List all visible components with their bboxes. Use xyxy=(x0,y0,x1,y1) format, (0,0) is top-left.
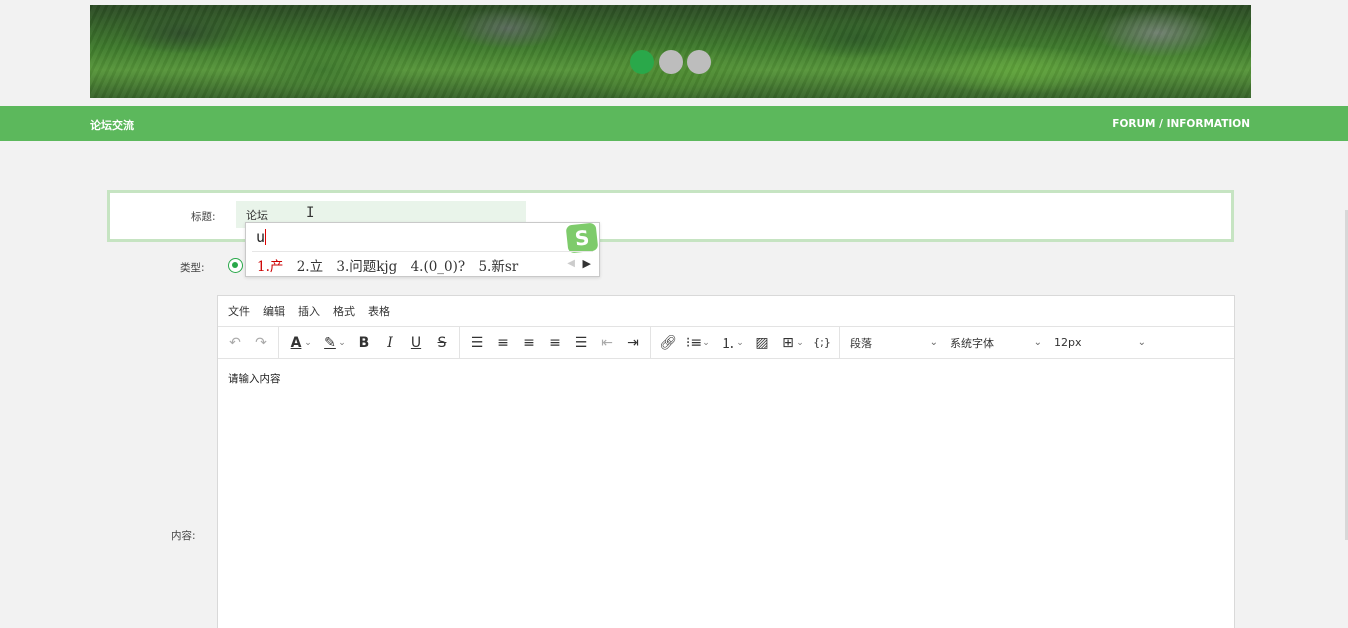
menu-edit[interactable]: 编辑 xyxy=(263,303,285,319)
menu-insert[interactable]: 插入 xyxy=(298,303,320,319)
italic-icon[interactable]: I xyxy=(377,330,403,356)
ime-prev-page-icon[interactable]: ◀ xyxy=(567,258,575,269)
align-justify-icon[interactable]: ☰ xyxy=(568,330,594,356)
block-format-select[interactable]: 段落 ⌄ xyxy=(844,330,944,356)
editor-placeholder: 请输入内容 xyxy=(228,373,281,385)
strikethrough-icon[interactable]: S xyxy=(429,330,455,356)
table-icon[interactable]: ⊞ xyxy=(775,330,801,356)
ime-candidate[interactable]: 3.问题kjg xyxy=(336,259,397,275)
bullet-list-icon[interactable]: ⁝≡ xyxy=(681,330,707,356)
editor-menubar: 文件 编辑 插入 格式 表格 xyxy=(218,296,1234,327)
font-family-value: 系统字体 xyxy=(950,336,994,350)
rich-text-editor: 文件 编辑 插入 格式 表格 ↶ ↷ A ⌄ ✎ ⌄ B I U S ☰ ≡ ≡… xyxy=(217,295,1235,628)
carousel-dot-3[interactable] xyxy=(687,50,711,74)
ime-candidate-window: u S 1.产 2.立 3.问题kjg 4.(0_0)? 5.新sr ◀ ▶ xyxy=(245,222,600,277)
bold-icon[interactable]: B xyxy=(351,330,377,356)
font-size-value: 12px xyxy=(1054,336,1082,349)
ime-caret xyxy=(265,229,266,245)
align-left-icon[interactable]: ≡ xyxy=(490,330,516,356)
chevron-down-icon: ⌄ xyxy=(929,337,938,348)
ime-candidate-list: 1.产 2.立 3.问题kjg 4.(0_0)? 5.新sr xyxy=(257,255,527,275)
font-size-select[interactable]: 12px ⌄ xyxy=(1048,330,1152,356)
align-right-icon[interactable]: ≡ xyxy=(542,330,568,356)
link-icon[interactable]: 🔗︎ xyxy=(655,330,681,356)
section-title: 论坛交流 xyxy=(90,119,134,132)
numbered-list-icon[interactable]: ⒈ xyxy=(715,330,741,356)
title-label: 标题: xyxy=(191,211,216,223)
code-icon[interactable]: {;} xyxy=(809,330,835,356)
undo-icon[interactable]: ↶ xyxy=(222,330,248,356)
toolbar-divider xyxy=(650,326,651,359)
ime-candidate[interactable]: 2.立 xyxy=(297,259,323,275)
ime-separator xyxy=(252,251,593,252)
section-subtitle: FORUM / INFORMATION xyxy=(1112,118,1250,130)
block-format-value: 段落 xyxy=(850,336,872,350)
image-icon[interactable]: ▨ xyxy=(749,330,775,356)
carousel-dot-2[interactable] xyxy=(659,50,683,74)
line-height-icon[interactable]: ☰ xyxy=(464,330,490,356)
ime-next-page-icon[interactable]: ▶ xyxy=(583,257,591,270)
highlight-icon[interactable]: ✎ xyxy=(317,330,343,356)
toolbar-divider xyxy=(278,326,279,359)
ime-composition: u xyxy=(256,228,266,246)
text-color-icon[interactable]: A xyxy=(283,330,309,356)
menu-file[interactable]: 文件 xyxy=(228,303,250,319)
chevron-down-icon: ⌄ xyxy=(1137,337,1146,348)
ime-logo-icon: S xyxy=(565,222,599,254)
ime-candidate[interactable]: 1.产 xyxy=(257,259,283,275)
underline-icon[interactable]: U xyxy=(403,330,429,356)
menu-format[interactable]: 格式 xyxy=(333,303,355,319)
align-center-icon[interactable]: ≡ xyxy=(516,330,542,356)
content-label: 内容: xyxy=(171,530,196,542)
indent-icon[interactable]: ⇥ xyxy=(620,330,646,356)
carousel-dot-1[interactable] xyxy=(630,50,654,74)
ime-candidate[interactable]: 5.新sr xyxy=(478,259,518,275)
ime-candidate[interactable]: 4.(0_0)? xyxy=(411,259,466,275)
toolbar-divider xyxy=(459,326,460,359)
outdent-icon[interactable]: ⇤ xyxy=(594,330,620,356)
text-cursor-icon: I xyxy=(306,205,315,221)
type-label: 类型: xyxy=(180,262,205,274)
redo-icon[interactable]: ↷ xyxy=(248,330,274,356)
editor-content-area[interactable]: 请输入内容 xyxy=(218,359,1234,398)
type-radio[interactable] xyxy=(228,258,243,273)
editor-toolbar: ↶ ↷ A ⌄ ✎ ⌄ B I U S ☰ ≡ ≡ ≡ ☰ ⇤ ⇥ 🔗︎ ⁝≡ … xyxy=(218,326,1234,359)
banner-image xyxy=(90,5,1251,98)
menu-table[interactable]: 表格 xyxy=(368,303,390,319)
toolbar-divider xyxy=(839,326,840,359)
font-family-select[interactable]: 系统字体 ⌄ xyxy=(944,330,1048,356)
section-header-bar: 论坛交流 FORUM / INFORMATION xyxy=(0,106,1348,141)
chevron-down-icon: ⌄ xyxy=(1033,337,1042,348)
